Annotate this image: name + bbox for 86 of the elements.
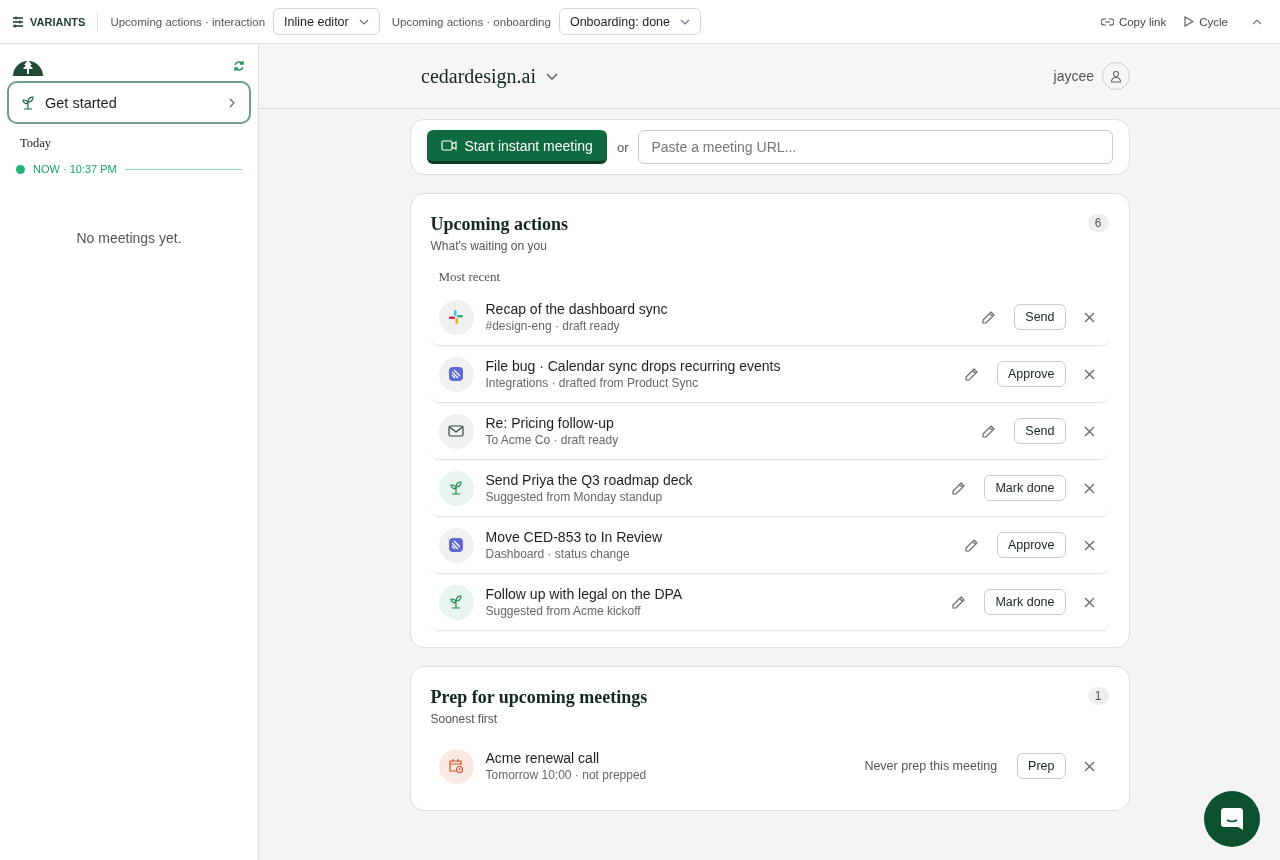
section-subtitle: What's waiting on you bbox=[430, 239, 548, 253]
edit-icon[interactable] bbox=[981, 423, 997, 439]
action-meta: #design-eng · draft ready bbox=[485, 319, 621, 333]
action-row[interactable]: Recap of the dashboard sync #design-eng · draft ready Send bbox=[430, 289, 1109, 346]
action-row[interactable]: File bug · Calendar sync drops recurring events Integrations · drafted from Product Sync Approve bbox=[430, 346, 1109, 403]
refresh-icon[interactable] bbox=[233, 60, 245, 72]
or-label: or bbox=[616, 139, 629, 155]
action-row[interactable]: Follow up with legal on the DPA Suggested from Acme kickoff Mark done bbox=[430, 574, 1109, 631]
mail-icon bbox=[448, 425, 464, 437]
video-icon bbox=[440, 140, 457, 151]
variants-label: VARIANTS bbox=[12, 15, 86, 28]
section-title: Upcoming actions bbox=[430, 214, 568, 235]
chevron-down-icon bbox=[545, 72, 558, 80]
chevron-down-icon bbox=[358, 18, 369, 25]
action-meta: Integrations · drafted from Product Sync bbox=[485, 376, 700, 390]
action-meta: To Acme Co · draft ready bbox=[485, 433, 620, 447]
meeting-title: Acme renewal call bbox=[485, 750, 601, 766]
now-dot-icon bbox=[16, 164, 25, 174]
colorful-logo-icon bbox=[448, 309, 464, 325]
toolbar-link[interactable]: Cycle bbox=[1184, 15, 1228, 28]
action-row[interactable]: Send Priya the Q3 roadmap deck Suggested from Monday standup Mark done bbox=[430, 460, 1109, 517]
sprout-icon bbox=[21, 95, 35, 110]
close-icon[interactable] bbox=[1083, 425, 1095, 437]
action-button[interactable]: Mark done bbox=[984, 475, 1066, 501]
workspace-switcher[interactable]: cedardesign.ai bbox=[421, 64, 1054, 88]
action-title: Send Priya the Q3 roadmap deck bbox=[485, 472, 694, 488]
toolbar-link[interactable]: Copy link bbox=[1100, 15, 1167, 28]
action-button[interactable]: Mark done bbox=[984, 589, 1066, 615]
now-time-label: NOW · 10:37 PM bbox=[33, 163, 117, 175]
edit-icon[interactable] bbox=[963, 366, 979, 382]
group-heading: Most recent bbox=[438, 269, 502, 285]
start-meeting-button[interactable]: Start instant meeting bbox=[426, 130, 607, 164]
meeting-url-field[interactable]: Paste a meeting URL... bbox=[638, 130, 1113, 164]
action-title: Recap of the dashboard sync bbox=[485, 301, 669, 317]
close-icon[interactable] bbox=[1083, 760, 1095, 772]
action-meta: Suggested from Monday standup bbox=[485, 490, 664, 504]
count-badge: 1 bbox=[1087, 687, 1109, 705]
action-button[interactable]: Send bbox=[1014, 304, 1066, 330]
count-badge: 6 bbox=[1087, 214, 1109, 232]
dropdown[interactable]: Inline editor bbox=[273, 8, 380, 35]
action-meta: Dashboard · status change bbox=[485, 547, 631, 561]
close-icon[interactable] bbox=[1083, 368, 1095, 380]
dropdown-label: Upcoming actions · interaction bbox=[110, 15, 266, 28]
action-title: Re: Pricing follow-up bbox=[485, 415, 615, 431]
edit-icon[interactable] bbox=[951, 594, 967, 610]
action-row[interactable]: Move CED-853 to In Review Dashboard · status change Approve bbox=[430, 517, 1109, 574]
action-title: Move CED-853 to In Review bbox=[485, 529, 664, 545]
close-icon[interactable] bbox=[1083, 539, 1095, 551]
sprout-icon bbox=[449, 595, 463, 609]
striped-circle-icon bbox=[448, 537, 464, 553]
calendar-clock-icon bbox=[448, 758, 464, 774]
meeting-meta: Tomorrow 10:00 · not prepped bbox=[485, 768, 648, 782]
chevron-right-icon bbox=[229, 97, 235, 108]
striped-circle-icon bbox=[448, 366, 464, 382]
link-icon bbox=[1100, 17, 1114, 26]
play-icon bbox=[1184, 16, 1195, 27]
action-button[interactable]: Approve bbox=[996, 361, 1066, 387]
chat-icon bbox=[1219, 806, 1245, 832]
section-subtitle: Soonest first bbox=[430, 712, 499, 726]
user-name: jaycee bbox=[1053, 68, 1094, 84]
action-row[interactable]: Re: Pricing follow-up To Acme Co · draft ready Send bbox=[430, 403, 1109, 460]
sprout-icon bbox=[449, 481, 463, 495]
action-button[interactable]: Approve bbox=[996, 532, 1066, 558]
empty-state-text: No meetings yet. bbox=[75, 230, 183, 246]
close-icon[interactable] bbox=[1083, 311, 1095, 323]
prep-button[interactable]: Prep bbox=[1017, 753, 1066, 779]
sliders-icon bbox=[12, 15, 24, 28]
never-prep-link[interactable]: Never prep this meeting bbox=[864, 759, 998, 773]
chevron-up-icon[interactable] bbox=[1252, 18, 1262, 25]
meeting-row[interactable]: Acme renewal call Tomorrow 10:00 · not prepped Never prep this meeting Prep bbox=[430, 738, 1109, 794]
close-icon[interactable] bbox=[1083, 596, 1095, 608]
action-meta: Suggested from Acme kickoff bbox=[485, 604, 642, 618]
close-icon[interactable] bbox=[1083, 482, 1095, 494]
dropdown-label: Upcoming actions · onboarding bbox=[391, 15, 551, 28]
edit-icon[interactable] bbox=[951, 480, 967, 496]
edit-icon[interactable] bbox=[981, 309, 997, 325]
day-heading: Today bbox=[20, 136, 53, 151]
section-title: Prep for upcoming meetings bbox=[430, 687, 648, 708]
action-button[interactable]: Send bbox=[1014, 418, 1066, 444]
action-title: File bug · Calendar sync drops recurring events bbox=[485, 358, 782, 374]
chevron-down-icon bbox=[680, 18, 690, 25]
edit-icon[interactable] bbox=[963, 537, 979, 553]
get-started-button[interactable]: Get started bbox=[7, 81, 251, 124]
dropdown[interactable]: Onboarding: done bbox=[558, 8, 701, 35]
action-title: Follow up with legal on the DPA bbox=[485, 586, 684, 602]
chat-button[interactable] bbox=[1204, 791, 1260, 847]
